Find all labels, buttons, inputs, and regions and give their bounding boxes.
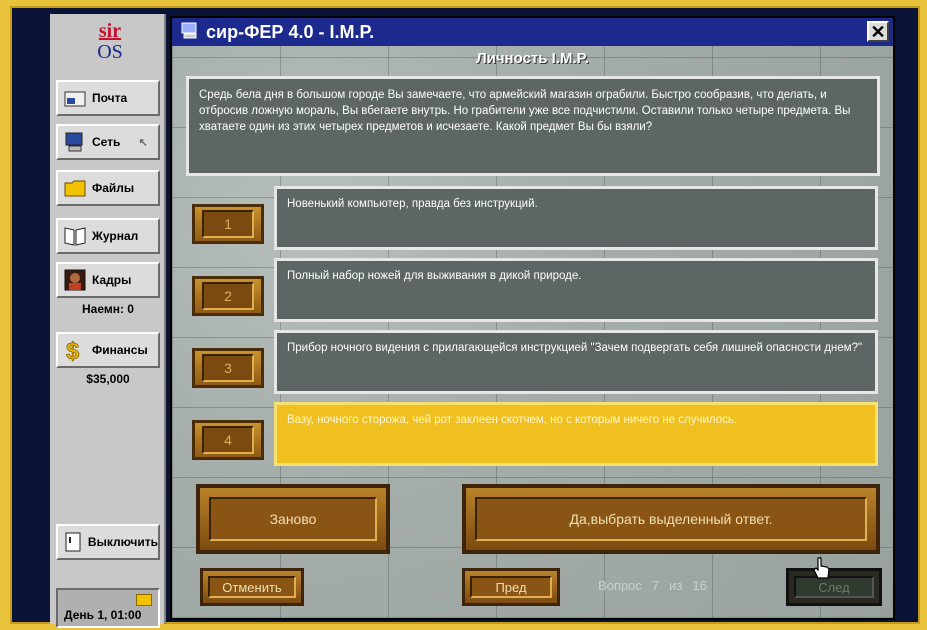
logo-sir: sir — [98, 20, 122, 42]
folder-small-icon — [136, 594, 152, 606]
prev-button[interactable]: Пред — [462, 568, 560, 606]
window-titlebar[interactable]: сир-ФЕР 4.0 - I.M.P. ✕ — [172, 18, 893, 46]
counter-of: из — [669, 578, 683, 593]
dollar-icon: $ — [62, 338, 88, 362]
window-content: Личность I.M.P. Средь бела дня в большом… — [172, 46, 893, 618]
answer-4-text[interactable]: Вазу, ночного сторожа, чей рот заклеен с… — [274, 402, 878, 466]
confirm-label: Да,выбрать выделенный ответ. — [475, 497, 867, 541]
sidebar-item-mail[interactable]: Почта — [56, 80, 160, 116]
answer-number: 4 — [202, 426, 254, 454]
counter-total: 16 — [692, 578, 707, 593]
restart-button[interactable]: Заново — [196, 484, 390, 554]
folder-icon — [62, 177, 88, 199]
restart-label: Заново — [209, 497, 377, 541]
answer-number: 2 — [202, 282, 254, 310]
answer-3-text[interactable]: Прибор ночного видения с прилагающейся и… — [274, 330, 878, 394]
answer-1-button[interactable]: 1 — [192, 204, 264, 244]
sidebar-item-files[interactable]: Файлы — [56, 170, 160, 206]
window-title: сир-ФЕР 4.0 - I.M.P. — [206, 21, 375, 42]
sidebar-item-finance[interactable]: $ Финансы — [56, 332, 160, 368]
answer-number: 3 — [202, 354, 254, 382]
answer-2-text[interactable]: Полный набор ножей для выживания в дикой… — [274, 258, 878, 322]
svg-text:$: $ — [66, 338, 80, 362]
answer-1-text[interactable]: Новенький компьютер, правда без инструкц… — [274, 186, 878, 250]
sidebar-item-label: Кадры — [92, 273, 132, 287]
sidebar-item-label: Сеть — [92, 135, 121, 149]
sidebar-item-label: Финансы — [92, 343, 148, 357]
sidebar-item-label: Почта — [92, 91, 128, 105]
hired-count: Наемн: 0 — [82, 302, 134, 316]
sidebar-item-network[interactable]: Сеть ↖ — [56, 124, 160, 160]
answer-number: 1 — [202, 210, 254, 238]
confirm-answer-button[interactable]: Да,выбрать выделенный ответ. — [462, 484, 880, 554]
answer-4-button[interactable]: 4 — [192, 420, 264, 460]
sir-os-logo: sir OS — [80, 20, 140, 66]
shutdown-label: Выключить — [87, 535, 158, 549]
book-icon — [62, 225, 88, 247]
cursor-small-icon: ↖ — [138, 136, 148, 149]
next-button[interactable]: След — [786, 568, 882, 606]
next-label: След — [794, 576, 874, 598]
answer-3-button[interactable]: 3 — [192, 348, 264, 388]
cancel-label: Отменить — [208, 576, 296, 598]
imp-window: сир-ФЕР 4.0 - I.M.P. ✕ Личность I.M.P. С… — [170, 16, 895, 620]
close-button[interactable]: ✕ — [867, 21, 889, 42]
network-icon — [62, 131, 88, 153]
logo-os: OS — [97, 41, 123, 63]
sidebar-item-journal[interactable]: Журнал — [56, 218, 160, 254]
counter-current: 7 — [651, 578, 660, 593]
mail-icon — [62, 87, 88, 109]
sidebar-item-label: Файлы — [92, 181, 135, 195]
shutdown-button[interactable]: Выключить — [56, 524, 160, 560]
document-icon — [62, 531, 84, 553]
question-counter: Вопрос 7 из 16 — [598, 578, 707, 593]
computer-icon — [180, 22, 200, 40]
money-amount: $35,000 — [86, 372, 130, 386]
clock-text: День 1, 01:00 — [64, 608, 142, 622]
staff-icon — [62, 269, 88, 291]
answer-2-button[interactable]: 2 — [192, 276, 264, 316]
page-title: Личность I.M.P. — [476, 50, 589, 67]
hand-cursor-icon — [812, 556, 832, 580]
close-icon: ✕ — [870, 21, 886, 42]
sidebar: sir OS Почта Сеть ↖ Файлы Журнал Кадры Н… — [50, 14, 166, 628]
prev-label: Пред — [470, 576, 552, 598]
question-text: Средь бела дня в большом городе Вы замеч… — [186, 76, 880, 176]
cancel-button[interactable]: Отменить — [200, 568, 304, 606]
sidebar-item-staff[interactable]: Кадры — [56, 262, 160, 298]
counter-word: Вопрос — [598, 578, 642, 593]
sidebar-item-label: Журнал — [92, 229, 139, 243]
day-clock: День 1, 01:00 — [56, 588, 160, 628]
